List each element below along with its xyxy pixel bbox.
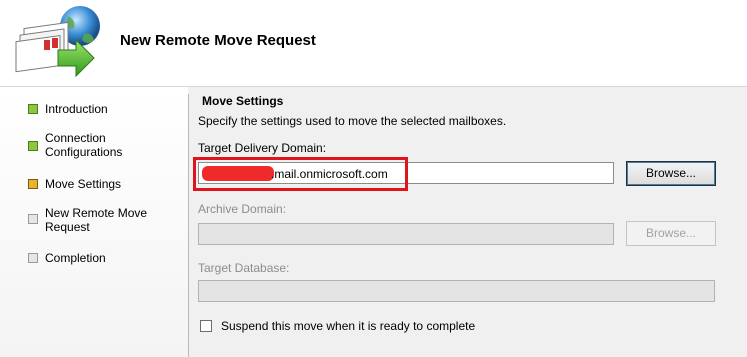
- suspend-move-checkbox[interactable]: [200, 320, 212, 332]
- move-mailbox-icon: [15, 6, 100, 78]
- step-connection-configurations: Connection Configurations: [28, 131, 140, 159]
- section-description: Specify the settings used to move the se…: [198, 114, 507, 128]
- step-complete-icon: [28, 104, 38, 114]
- browse-target-domain-button[interactable]: Browse...: [626, 161, 716, 186]
- step-move-settings: Move Settings: [28, 177, 121, 191]
- wizard-header: New Remote Move Request: [0, 0, 747, 86]
- page-title: New Remote Move Request: [120, 32, 316, 49]
- archive-domain-input[interactable]: [198, 223, 614, 245]
- step-complete-icon: [28, 141, 38, 151]
- step-label: Connection Configurations: [45, 131, 123, 159]
- step-new-remote-move-request: New Remote Move Request: [28, 206, 165, 234]
- step-current-icon: [28, 179, 38, 189]
- step-label: Completion: [45, 251, 106, 265]
- step-pending-icon: [28, 253, 38, 263]
- highlight-annotation: [193, 157, 408, 191]
- step-label: New Remote Move Request: [45, 206, 148, 234]
- target-database-label: Target Database:: [198, 261, 290, 275]
- pane-divider: [188, 94, 189, 357]
- suspend-move-label[interactable]: Suspend this move when it is ready to co…: [221, 319, 475, 333]
- step-label: Introduction: [45, 102, 108, 116]
- step-completion: Completion: [28, 251, 106, 265]
- section-title: Move Settings: [202, 94, 284, 108]
- target-delivery-domain-label: Target Delivery Domain:: [198, 141, 327, 155]
- step-label: Move Settings: [45, 177, 122, 191]
- browse-archive-domain-button[interactable]: Browse...: [626, 221, 716, 246]
- target-database-input[interactable]: [198, 280, 715, 302]
- step-introduction: Introduction: [28, 102, 108, 116]
- step-pending-icon: [28, 214, 38, 224]
- archive-domain-label: Archive Domain:: [198, 202, 287, 216]
